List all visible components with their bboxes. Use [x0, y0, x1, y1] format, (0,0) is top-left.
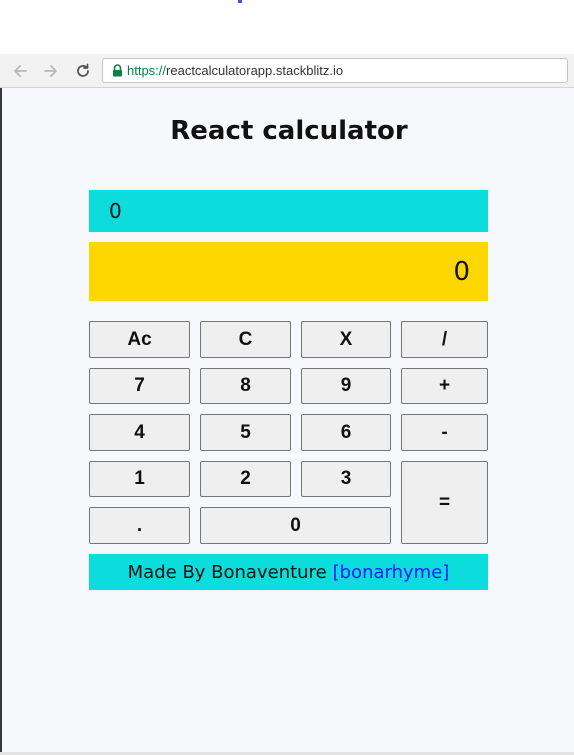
digit-5-button[interactable]: 5	[200, 414, 291, 451]
digit-9-button[interactable]: 9	[301, 368, 391, 404]
footer-credit: Made By Bonaventure [bonarhyme]	[89, 554, 488, 590]
divide-button[interactable]: /	[401, 321, 488, 358]
clear-all-button[interactable]: Ac	[89, 321, 190, 358]
decimal-button[interactable]: .	[89, 507, 190, 544]
reload-button[interactable]	[72, 60, 94, 82]
expression-display: 0	[89, 190, 488, 232]
plus-button[interactable]: +	[401, 368, 488, 404]
page-title: React calculator	[170, 116, 408, 146]
address-bar[interactable]: https:// reactcalculatorapp.stackblitz.i…	[102, 58, 568, 83]
digit-7-button[interactable]: 7	[89, 368, 190, 404]
back-button[interactable]	[9, 60, 31, 82]
digit-0-button[interactable]: 0	[200, 507, 391, 544]
digit-1-button[interactable]: 1	[89, 461, 190, 497]
digit-8-button[interactable]: 8	[200, 368, 291, 404]
clear-button[interactable]: C	[200, 321, 291, 358]
footer-author: Made By Bonaventure	[127, 561, 327, 583]
digit-3-button[interactable]: 3	[301, 461, 391, 497]
multiply-button[interactable]: X	[301, 321, 391, 358]
page-viewport: React calculator 0 0 Ac C X / 7 8 9 + 4 …	[0, 88, 574, 752]
digit-2-button[interactable]: 2	[200, 461, 291, 497]
url-scheme: https://	[127, 63, 167, 78]
author-handle-link[interactable]: [bonarhyme]	[333, 562, 450, 583]
url-host: reactcalculatorapp.stackblitz.io	[166, 63, 344, 78]
lock-icon	[112, 64, 123, 77]
reload-icon	[77, 63, 89, 77]
result-display: 0	[89, 242, 488, 301]
digit-4-button[interactable]: 4	[89, 414, 190, 451]
arrow-left-icon	[14, 65, 27, 77]
digit-6-button[interactable]: 6	[301, 414, 391, 451]
forward-button[interactable]	[40, 60, 62, 82]
arrow-right-icon	[44, 65, 57, 77]
top-link-fragment	[238, 0, 242, 3]
equals-button[interactable]: =	[401, 461, 488, 544]
browser-toolbar: https:// reactcalculatorapp.stackblitz.i…	[0, 54, 574, 88]
minus-button[interactable]: -	[401, 414, 488, 451]
